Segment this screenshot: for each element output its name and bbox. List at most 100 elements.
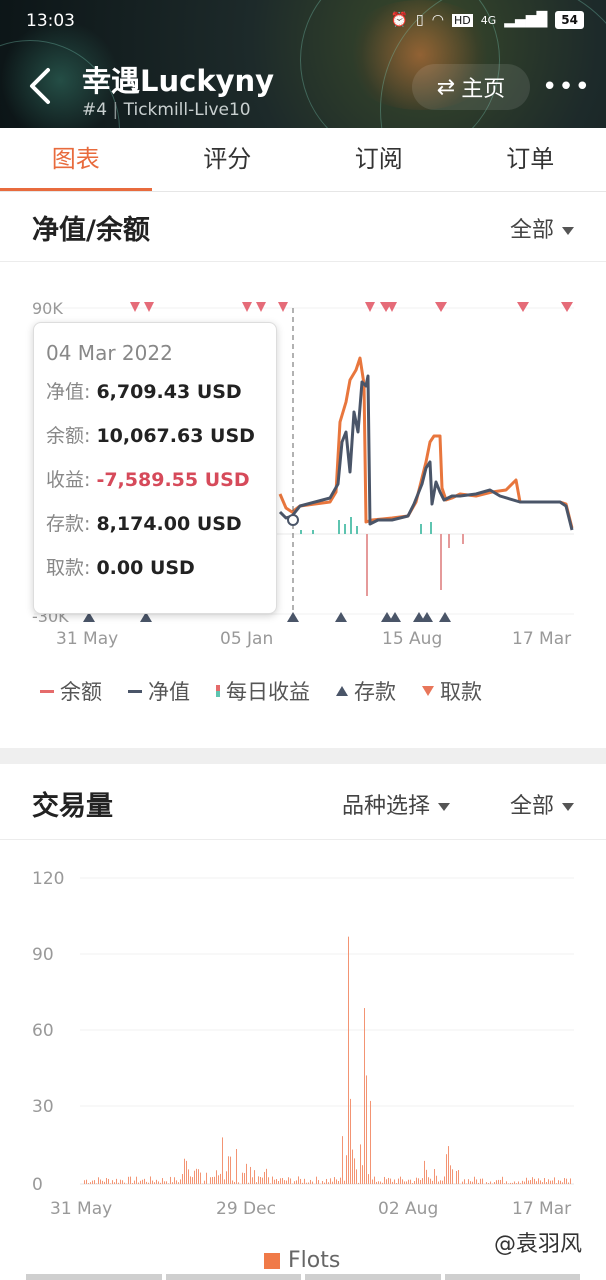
legend-withdrawal[interactable]: 取款 xyxy=(422,676,482,706)
loss-bar xyxy=(448,534,450,548)
volume-bar xyxy=(164,1181,165,1184)
volume-bar xyxy=(406,1181,407,1184)
volume-bar xyxy=(350,1098,351,1184)
volume-bar xyxy=(430,1178,431,1184)
volume-bar xyxy=(536,1181,537,1184)
profit-bar xyxy=(344,524,346,534)
y-tick-label: 90 xyxy=(32,945,54,965)
volume-bar xyxy=(154,1182,155,1184)
volume-section-header: 交易量 品种选择 全部 xyxy=(0,764,606,840)
volume-bar xyxy=(456,1171,457,1184)
volume-bar xyxy=(226,1171,227,1184)
volume-bar xyxy=(504,1183,505,1184)
volume-bar xyxy=(242,1172,243,1184)
chart-tooltip: 04 Mar 2022 净值: 6,709.43 USD 余额: 10,067.… xyxy=(33,322,277,614)
profit-bar xyxy=(420,524,422,534)
tooltip-date: 04 Mar 2022 xyxy=(46,341,173,365)
legend-balance[interactable]: 余额 xyxy=(40,676,102,706)
volume-bar xyxy=(146,1181,147,1184)
volume-bar xyxy=(318,1180,319,1184)
volume-bar xyxy=(502,1176,503,1184)
volume-bar xyxy=(548,1179,549,1184)
withdrawal-markers xyxy=(130,302,573,312)
volume-bar xyxy=(336,1179,337,1184)
volume-bar xyxy=(106,1178,107,1184)
volume-bar xyxy=(190,1176,191,1184)
tab-rating[interactable]: 评分 xyxy=(152,128,304,191)
volume-bar xyxy=(88,1183,89,1184)
status-bar: 13:03 ⏰ ▯ ◠ HD 4G ▂▄▆█ 54 xyxy=(0,0,606,44)
volume-bar xyxy=(404,1181,405,1184)
legend-swatch xyxy=(422,686,434,696)
tab-chart[interactable]: 图表 xyxy=(0,128,152,191)
volume-bar xyxy=(534,1178,535,1184)
volume-bar xyxy=(374,1176,375,1184)
volume-bar xyxy=(180,1179,181,1184)
volume-bar xyxy=(84,1180,85,1184)
volume-bar xyxy=(160,1182,161,1184)
volume-bar xyxy=(138,1182,139,1184)
withdrawal-marker xyxy=(130,302,140,312)
volume-bar xyxy=(432,1180,433,1184)
volume-bar xyxy=(506,1181,507,1184)
tab-subscribe[interactable]: 订阅 xyxy=(303,128,455,191)
volume-bar xyxy=(272,1176,273,1184)
legend-daily-profit[interactable]: 每日收益 xyxy=(216,676,310,706)
status-icons: ⏰ ▯ ◠ HD 4G ▂▄▆█ 54 xyxy=(391,11,584,29)
volume-filter-dropdown[interactable]: 全部 xyxy=(510,788,574,820)
equity-filter-dropdown[interactable]: 全部 xyxy=(510,212,574,244)
volume-bar xyxy=(172,1182,173,1184)
volume-bar xyxy=(184,1158,185,1184)
volume-bar xyxy=(216,1170,217,1184)
status-time: 13:03 xyxy=(26,11,75,31)
volume-bar xyxy=(102,1180,103,1184)
volume-bar xyxy=(476,1179,477,1184)
tab-orders[interactable]: 订单 xyxy=(455,128,606,191)
tab-bar: 图表 评分 订阅 订单 xyxy=(0,128,606,192)
volume-bar xyxy=(114,1182,115,1184)
volume-bar xyxy=(322,1181,323,1184)
profit-bar xyxy=(350,517,352,534)
volume-bar xyxy=(478,1182,479,1184)
volume-bar xyxy=(128,1176,129,1184)
volume-chart[interactable]: 120 90 60 30 0 31 May 29 Dec 02 Aug 17 M… xyxy=(0,850,606,1230)
volume-bar xyxy=(266,1168,267,1184)
more-icon[interactable]: ••• xyxy=(542,72,591,102)
symbol-filter-dropdown[interactable]: 品种选择 xyxy=(342,788,451,820)
legend-deposit[interactable]: 存款 xyxy=(336,676,396,706)
volume-bar xyxy=(496,1180,497,1184)
volume-bar xyxy=(468,1179,469,1184)
volume-bar xyxy=(192,1177,193,1184)
volume-bar xyxy=(150,1176,151,1184)
daily-profit-bars xyxy=(300,517,464,596)
x-tick-label: 17 Mar xyxy=(512,1199,571,1219)
legend-swatch xyxy=(264,1252,280,1269)
volume-bar xyxy=(550,1180,551,1184)
volume-bar xyxy=(516,1183,517,1184)
swap-icon: ⇄ xyxy=(436,74,456,100)
volume-bar xyxy=(414,1181,415,1184)
volume-bar xyxy=(426,1169,427,1184)
volume-bar xyxy=(518,1181,519,1184)
volume-bar xyxy=(148,1182,149,1184)
volume-bar xyxy=(324,1182,325,1184)
volume-bar xyxy=(398,1178,399,1184)
volume-bar xyxy=(472,1181,473,1184)
volume-bar xyxy=(388,1177,389,1184)
volume-bar xyxy=(342,1136,343,1184)
volume-bar xyxy=(416,1177,417,1184)
volume-bar xyxy=(328,1182,329,1184)
back-arrow-icon[interactable] xyxy=(26,66,56,106)
loss-bar xyxy=(440,534,442,590)
volume-bar xyxy=(554,1177,555,1184)
home-button[interactable]: ⇄ 主页 xyxy=(412,64,530,110)
x-tick-label: 02 Aug xyxy=(378,1199,438,1219)
volume-bar xyxy=(270,1183,271,1184)
legend-equity[interactable]: 净值 xyxy=(128,676,190,706)
volume-bar xyxy=(558,1180,559,1184)
volume-bar xyxy=(488,1183,489,1184)
volume-bar xyxy=(176,1180,177,1184)
symbol-filter-label: 品种选择 xyxy=(342,794,431,819)
tooltip-row-withdrawal: 取款: 0.00 USD xyxy=(46,557,195,579)
volume-bar xyxy=(358,1182,359,1184)
